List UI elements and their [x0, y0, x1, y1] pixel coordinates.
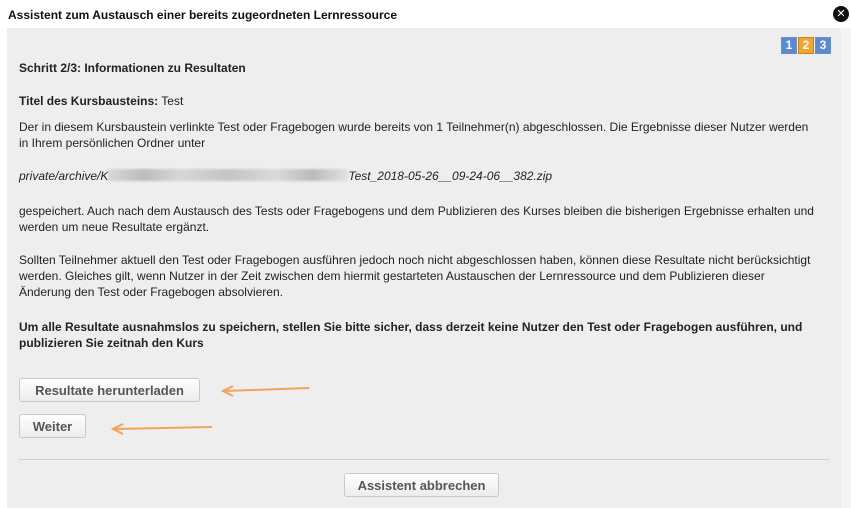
wizard-panel: 1 2 3 Schritt 2/3: Informationen zu Resu… — [7, 28, 841, 508]
course-element-label: Titel des Kursbausteins: — [19, 94, 159, 108]
arrow-annotation-icon — [220, 385, 310, 397]
step-2-active: 2 — [798, 37, 814, 54]
info-paragraph-3: Sollten Teilnehmer aktuell den Test oder… — [19, 253, 811, 299]
download-results-button[interactable]: Resultate herunterladen — [19, 378, 200, 402]
warning-paragraph: Um alle Resultate ausnahmslos zu speiche… — [19, 320, 803, 350]
info-paragraph-1: Der in diesem Kursbaustein verlinkte Tes… — [19, 120, 809, 150]
step-indicator: 1 2 3 — [781, 37, 831, 54]
course-element-value: Test — [161, 94, 184, 108]
archive-path-end: Test_2018-05-26__09-24-06__382.zip — [348, 169, 553, 183]
redacted-path-segment — [108, 169, 349, 181]
course-element-title: Titel des Kursbausteins: Test — [19, 93, 819, 109]
step-3: 3 — [815, 37, 831, 54]
cancel-wizard-button[interactable]: Assistent abbrechen — [344, 473, 499, 497]
dialog-titlebar: Assistent zum Austausch einer bereits zu… — [0, 0, 851, 28]
dialog-title: Assistent zum Austausch einer bereits zu… — [8, 8, 397, 22]
next-button[interactable]: Weiter — [19, 414, 86, 438]
archive-path: private/archive/K Test_2018-05-26__09-24-… — [19, 168, 819, 184]
step-title: Schritt 2/3: Informationen zu Resultaten — [19, 61, 246, 75]
info-paragraph-2: gespeichert. Auch nach dem Austausch des… — [19, 204, 814, 234]
assistant-dialog: Assistent zum Austausch einer bereits zu… — [0, 0, 851, 508]
step-1: 1 — [781, 37, 797, 54]
close-icon[interactable]: ✕ — [833, 6, 849, 22]
background-page-edge — [841, 28, 851, 508]
divider — [19, 459, 829, 460]
arrow-annotation-icon — [110, 423, 213, 435]
archive-path-start: private/archive/K — [19, 169, 109, 183]
